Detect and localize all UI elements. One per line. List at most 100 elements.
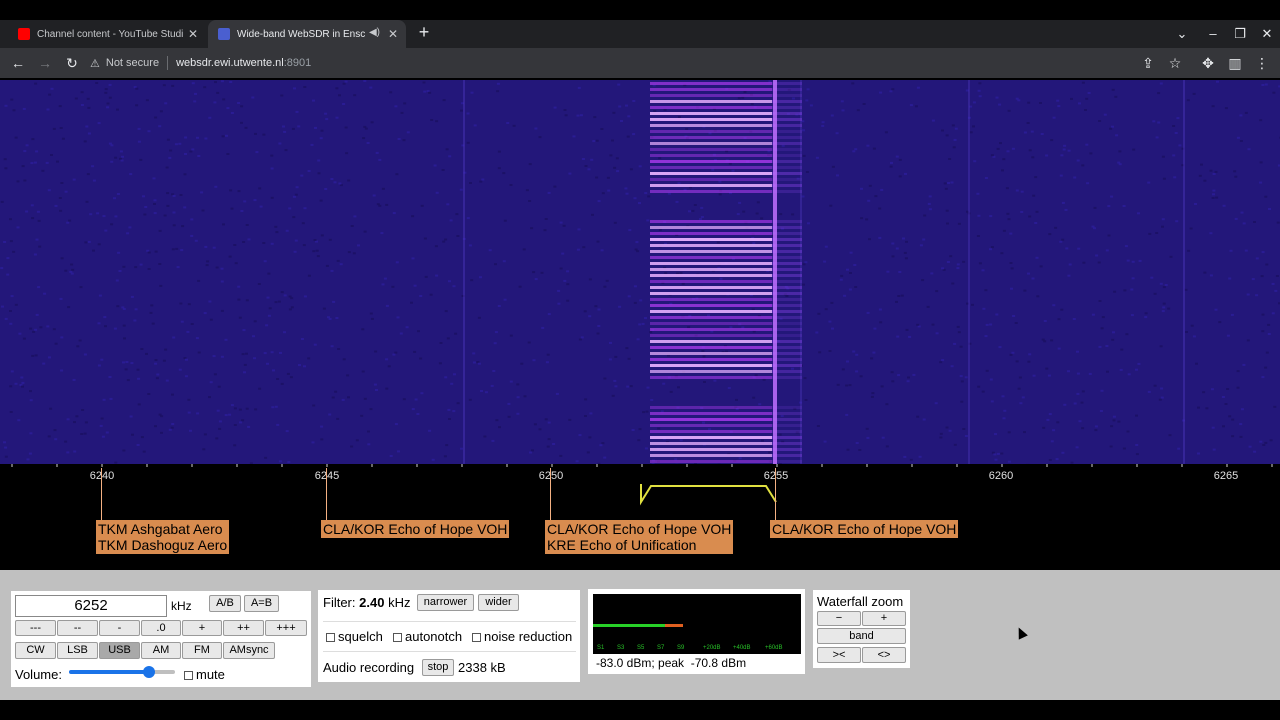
minimize-icon[interactable]: – (1203, 24, 1223, 44)
waterfall-noise (108, 376, 112, 378)
back-icon[interactable]: ← (8, 53, 28, 73)
menu-icon[interactable]: ⋮ (1252, 53, 1272, 73)
step-up-large-button[interactable]: +++ (265, 620, 307, 636)
station-label[interactable]: TKM Ashgabat Aero TKM Dashoguz Aero (96, 520, 230, 554)
frequency-unit: kHz (171, 599, 192, 613)
bookmark-star-icon[interactable]: ☆ (1165, 53, 1185, 73)
waterfall-noise (1236, 386, 1240, 389)
side-panel-icon[interactable]: ▥ (1225, 53, 1245, 73)
waterfall-noise (226, 107, 230, 110)
waterfall-noise (1126, 259, 1130, 262)
mode-lsb-button[interactable]: LSB (57, 642, 98, 659)
mode-usb-button[interactable]: USB (99, 642, 140, 659)
narrower-button[interactable]: narrower (417, 594, 474, 611)
mode-cw-button[interactable]: CW (15, 642, 56, 659)
waterfall-noise (405, 326, 409, 329)
waterfall-noise (122, 308, 126, 310)
ab-button[interactable]: A/B (209, 595, 241, 612)
a-equals-b-button[interactable]: A=B (244, 595, 279, 612)
squelch-checkbox[interactable]: squelch (326, 629, 383, 644)
tab-search-icon[interactable]: ⌄ (1172, 24, 1192, 44)
waterfall-noise (165, 379, 169, 382)
restore-icon[interactable]: ❐ (1230, 24, 1250, 44)
mode-amsync-button[interactable]: AMsync (223, 642, 275, 659)
close-tab-icon[interactable]: ✕ (388, 27, 398, 41)
waterfall-noise (984, 289, 988, 292)
mute-checkbox[interactable]: mute (184, 667, 225, 682)
station-label[interactable]: CLA/KOR Echo of Hope VOH (321, 520, 510, 538)
waterfall-noise (1130, 288, 1134, 291)
waterfall-noise (92, 179, 96, 182)
waterfall-noise (300, 338, 304, 340)
waterfall-noise (25, 144, 29, 147)
extensions-icon[interactable]: ✥ (1198, 53, 1218, 73)
zoom-in-button[interactable]: + (862, 611, 906, 626)
waterfall-noise (335, 317, 339, 319)
waterfall-noise (568, 172, 572, 175)
noise-reduction-checkbox[interactable]: noise reduction (472, 629, 572, 644)
volume-thumb[interactable] (143, 666, 155, 678)
new-tab-button[interactable]: + (414, 22, 434, 42)
waterfall-noise (337, 348, 341, 350)
waterfall-noise (846, 268, 849, 271)
signal-band (650, 448, 772, 451)
waterfall-noise (324, 188, 328, 190)
waterfall-noise (413, 284, 417, 287)
waterfall-noise (185, 358, 188, 361)
step-up-small-button[interactable]: + (182, 620, 222, 636)
frequency-input[interactable]: 6252 (15, 595, 167, 617)
waterfall-noise (108, 83, 112, 86)
station-label[interactable]: CLA/KOR Echo of Hope VOH KRE Echo of Uni… (545, 520, 734, 554)
tab-websdr[interactable]: Wide-band WebSDR in Enschede ◀) ✕ (208, 20, 406, 48)
audio-playing-icon[interactable]: ◀) (369, 27, 380, 38)
waterfall-noise (333, 181, 337, 184)
waterfall-noise (953, 443, 957, 446)
step-down-large-button[interactable]: --- (15, 620, 56, 636)
waterfall-noise (491, 439, 495, 442)
mode-am-button[interactable]: AM (141, 642, 181, 659)
forward-icon[interactable]: → (35, 53, 55, 73)
reload-icon[interactable]: ↻ (62, 53, 82, 73)
share-icon[interactable]: ⇪ (1138, 53, 1158, 73)
squelch-checkbox-box[interactable] (326, 633, 335, 643)
waterfall-noise (1177, 447, 1181, 450)
zoom-narrow-button[interactable]: >< (817, 647, 861, 663)
waterfall-noise (1253, 450, 1257, 453)
zoom-out-button[interactable]: − (817, 611, 861, 626)
waterfall-noise (154, 116, 158, 119)
waterfall-noise (1045, 154, 1049, 157)
zoom-band-button[interactable]: band (817, 628, 906, 644)
step-up-medium-button[interactable]: ++ (223, 620, 264, 636)
step-down-small-button[interactable]: - (99, 620, 140, 636)
mode-fm-button[interactable]: FM (182, 642, 222, 659)
waterfall-noise (263, 260, 267, 263)
station-label[interactable]: CLA/KOR Echo of Hope VOH (770, 520, 959, 538)
round-frequency-button[interactable]: .0 (141, 620, 181, 636)
noise-reduction-checkbox-box[interactable] (472, 633, 481, 643)
waterfall-noise (234, 262, 238, 265)
waterfall-noise (639, 299, 643, 302)
autonotch-checkbox[interactable]: autonotch (393, 629, 462, 644)
close-tab-icon[interactable]: ✕ (188, 27, 198, 41)
frequency-scale[interactable]: 6240 6245 6250 6255 6260 6265 TKM Ashgab… (0, 464, 1280, 570)
waterfall-display[interactable] (0, 80, 1280, 464)
waterfall-noise (130, 362, 134, 365)
step-down-medium-button[interactable]: -- (57, 620, 98, 636)
waterfall-noise (298, 364, 301, 367)
waterfall-noise (897, 295, 901, 297)
wider-button[interactable]: wider (478, 594, 519, 611)
waterfall-noise (823, 440, 827, 443)
stop-recording-button[interactable]: stop (422, 659, 454, 676)
waterfall-noise (488, 249, 492, 252)
mute-checkbox-box[interactable] (184, 671, 193, 681)
zoom-wide-button[interactable]: <> (862, 647, 906, 663)
waterfall-noise (1070, 97, 1073, 100)
tab-youtube-studio[interactable]: Channel content - YouTube Studio ✕ (8, 20, 206, 48)
url-field[interactable]: ⚠ Not secure websdr.ewi.utwente.nl:8901 (90, 50, 1190, 76)
waterfall-noise (679, 439, 683, 442)
waterfall-canvas[interactable] (0, 80, 1280, 464)
autonotch-checkbox-box[interactable] (393, 633, 402, 643)
close-window-icon[interactable]: ✕ (1257, 24, 1277, 44)
station-marker (326, 468, 327, 520)
volume-slider[interactable] (69, 666, 175, 678)
